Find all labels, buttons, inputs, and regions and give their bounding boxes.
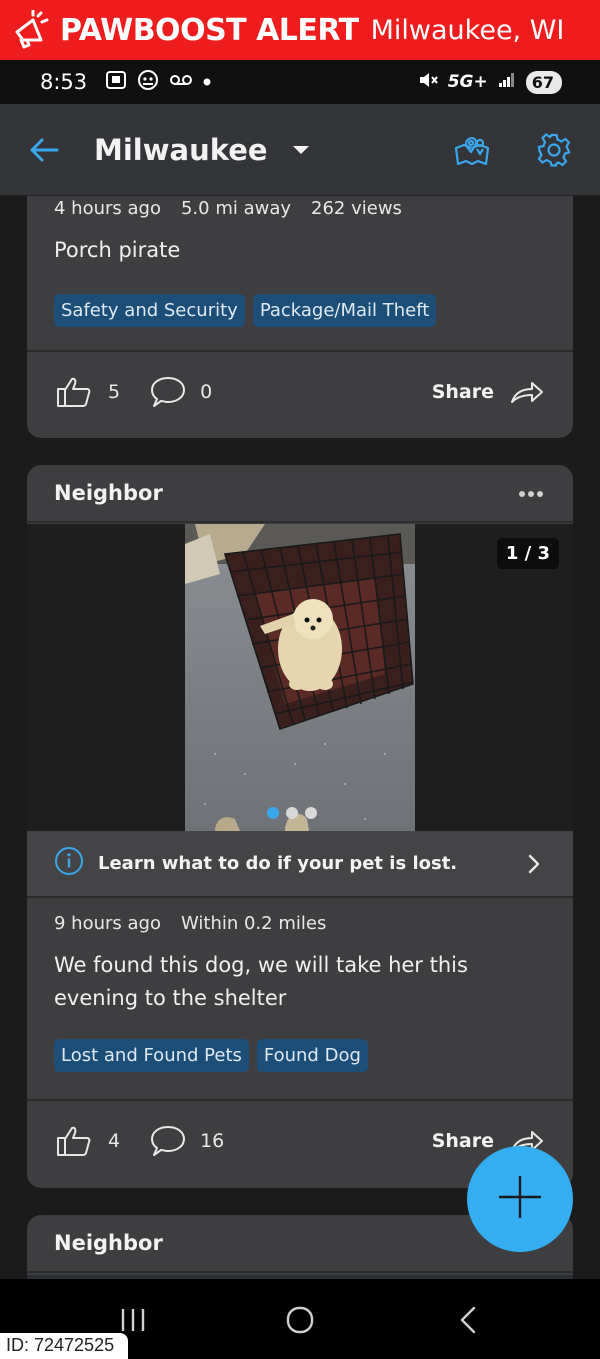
info-icon xyxy=(54,846,84,881)
share-arrow-icon[interactable] xyxy=(510,380,544,404)
post-text: We found this dog, we will take her this… xyxy=(54,949,468,1015)
info-link-label: Learn what to do if your pet is lost. xyxy=(98,853,458,874)
comment-count: 0 xyxy=(200,381,213,403)
mute-icon xyxy=(418,71,438,94)
back-icon[interactable] xyxy=(448,1303,488,1337)
carousel-dots xyxy=(267,807,317,819)
chevron-right-icon xyxy=(527,853,541,880)
network-type: 5G+ xyxy=(447,72,488,92)
tag-chip[interactable]: Safety and Security xyxy=(54,294,245,327)
post-time: 4 hours ago xyxy=(54,198,161,219)
post-card: 4 hours ago 5.0 mi away 262 views Porch … xyxy=(27,196,573,438)
post-actions: 5 0 Share xyxy=(27,362,573,422)
post-tags: Lost and Found Pets Found Dog xyxy=(54,1039,368,1072)
post-distance: Within 0.2 miles xyxy=(180,913,327,934)
screenshot-icon xyxy=(105,70,127,95)
create-post-button[interactable] xyxy=(467,1146,573,1252)
feed[interactable]: 4 hours ago 5.0 mi away 262 views Porch … xyxy=(0,196,600,1279)
comment-bubble-icon[interactable] xyxy=(150,375,186,409)
post-text-line: evening to the shelter xyxy=(54,986,287,1010)
alert-banner: PAWBOOST ALERT Milwaukee, WI xyxy=(0,0,600,60)
share-button[interactable]: Share xyxy=(432,1130,494,1152)
status-bar: 8:53 5G+ 67 xyxy=(0,60,600,104)
post-card: Neighbor xyxy=(27,465,573,1188)
post-meta: 9 hours ago Within 0.2 miles xyxy=(54,913,326,934)
megaphone-icon xyxy=(8,7,54,53)
more-options-icon[interactable] xyxy=(517,483,545,505)
post-header: Neighbor xyxy=(27,465,573,523)
alert-city: Milwaukee, WI xyxy=(370,14,565,46)
voicemail-icon xyxy=(169,73,193,92)
tag-chip[interactable]: Package/Mail Theft xyxy=(252,294,437,327)
status-time: 8:53 xyxy=(40,70,88,94)
photo-carousel[interactable]: 1 / 3 xyxy=(27,524,573,831)
post-author[interactable]: Neighbor xyxy=(54,1231,163,1255)
map-pin-icon[interactable] xyxy=(448,126,496,174)
comment-bubble-icon[interactable] xyxy=(150,1124,186,1158)
post-tags: Safety and Security Package/Mail Theft xyxy=(54,294,437,327)
home-icon[interactable] xyxy=(280,1303,320,1337)
carousel-dot[interactable] xyxy=(286,807,298,819)
lost-pet-info-link[interactable]: Learn what to do if your pet is lost. xyxy=(27,831,573,898)
battery-level: 67 xyxy=(525,70,562,94)
back-arrow-icon[interactable] xyxy=(16,122,72,178)
post-time: 9 hours ago xyxy=(54,913,161,934)
android-icon xyxy=(137,69,159,96)
signal-icon xyxy=(498,72,516,93)
post-meta: 4 hours ago 5.0 mi away 262 views xyxy=(54,198,402,219)
app-bar: Milwaukee xyxy=(0,104,600,196)
gear-icon[interactable] xyxy=(530,126,578,174)
notification-dot-icon xyxy=(203,73,211,91)
tag-chip[interactable]: Lost and Found Pets xyxy=(54,1039,249,1072)
like-count: 5 xyxy=(108,381,121,403)
share-button[interactable]: Share xyxy=(432,381,494,403)
divider xyxy=(27,1099,573,1101)
recent-apps-icon[interactable] xyxy=(113,1303,153,1337)
post-text-line: We found this dog, we will take her this xyxy=(54,953,468,977)
post-views: 262 views xyxy=(311,198,402,219)
carousel-dot[interactable] xyxy=(305,807,317,819)
plus-icon xyxy=(495,1172,545,1227)
dog-in-crate-photo[interactable] xyxy=(185,524,415,831)
tag-chip[interactable]: Found Dog xyxy=(256,1039,368,1072)
post-distance: 5.0 mi away xyxy=(180,198,292,219)
caret-down-icon[interactable] xyxy=(286,135,316,165)
status-icons xyxy=(105,69,211,96)
carousel-dot[interactable] xyxy=(267,807,279,819)
location-title[interactable]: Milwaukee xyxy=(94,133,268,167)
like-count: 4 xyxy=(108,1130,121,1152)
comment-count: 16 xyxy=(200,1130,225,1152)
divider xyxy=(27,350,573,352)
post-text: Porch pirate xyxy=(54,238,181,262)
photo-counter: 1 / 3 xyxy=(496,538,559,569)
alert-brand: PAWBOOST ALERT xyxy=(60,12,359,48)
thumbs-up-icon[interactable] xyxy=(56,1125,92,1157)
thumbs-up-icon[interactable] xyxy=(56,376,92,408)
image-id-label: ID: 72472525 xyxy=(0,1333,129,1359)
post-author[interactable]: Neighbor xyxy=(54,481,163,505)
